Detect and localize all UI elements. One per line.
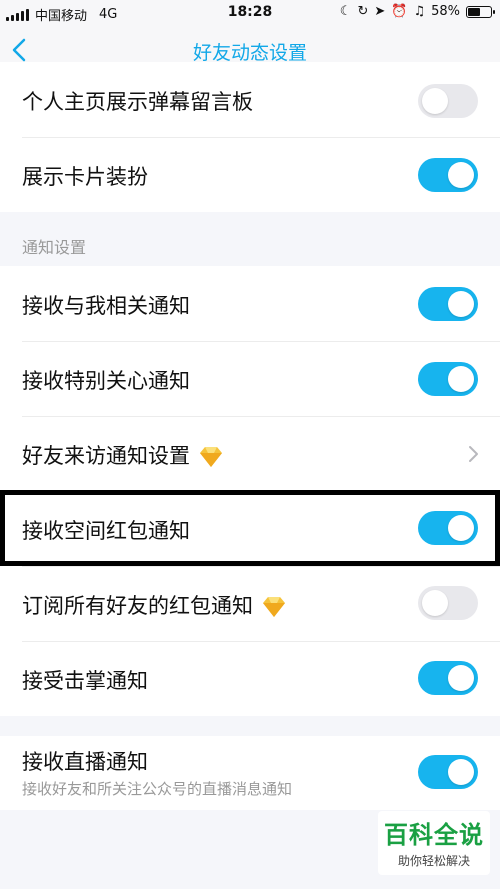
location-icon: ➤ — [374, 4, 386, 19]
toggle-knob — [448, 759, 474, 785]
toggle-knob — [448, 515, 474, 541]
toggle-switch[interactable] — [418, 661, 478, 695]
toggle-switch[interactable] — [418, 287, 478, 321]
watermark-logo: 百科全说 助你轻松解决 — [378, 811, 490, 875]
settings-group-display: 个人主页展示弹幕留言板 展示卡片装扮 — [0, 62, 500, 212]
setting-label: 接受击掌通知 — [22, 669, 148, 693]
toggle-knob — [448, 162, 474, 188]
setting-label: 接收与我相关通知 — [22, 294, 190, 318]
setting-label: 接收特别关心通知 — [22, 369, 190, 393]
toggle-switch[interactable] — [418, 362, 478, 396]
battery-percent: 58% — [431, 4, 460, 19]
setting-row-live-notify[interactable]: 接收直播通知 接收好友和所关注公众号的直播消息通知 — [0, 736, 500, 810]
watermark-subtitle: 助你轻松解决 — [397, 854, 470, 868]
moon-icon: ☾ — [339, 4, 352, 19]
status-bar: 中国移动 4G 18:28 ☾ ↻ ➤ ⏰ ♫ 58% — [0, 0, 500, 26]
toggle-switch[interactable] — [418, 84, 478, 118]
setting-label: 订阅所有好友的红包通知 — [22, 594, 253, 618]
alarm-icon: ⏰ — [391, 4, 408, 19]
toggle-knob — [422, 590, 448, 616]
setting-label-with-badge: 好友来访通知设置 — [22, 440, 226, 470]
diamond-icon — [263, 597, 285, 617]
toggle-knob — [448, 665, 474, 691]
toggle-knob — [422, 88, 448, 114]
setting-subtitle: 接收好友和所关注公众号的直播消息通知 — [22, 780, 293, 798]
battery-fill — [468, 7, 480, 16]
setting-label: 展示卡片装扮 — [22, 165, 148, 189]
setting-label: 个人主页展示弹幕留言板 — [22, 90, 253, 114]
setting-row-qzone-redpacket-notify[interactable]: 接收空间红包通知 — [0, 491, 500, 566]
toggle-switch[interactable] — [418, 755, 478, 789]
chevron-right-icon[interactable] — [466, 444, 480, 464]
toggle-switch[interactable] — [418, 511, 478, 545]
toggle-knob — [448, 366, 474, 392]
setting-label: 好友来访通知设置 — [22, 444, 190, 468]
diamond-icon — [200, 447, 222, 467]
setting-label: 接收直播通知 — [22, 750, 148, 774]
watermark-title: 百科全说 — [384, 821, 484, 849]
lock-rotation-icon: ↻ — [357, 4, 369, 19]
setting-row-visitor-notify[interactable]: 好友来访通知设置 — [0, 416, 500, 491]
setting-label: 接收空间红包通知 — [22, 519, 190, 543]
settings-group-live: 接收直播通知 接收好友和所关注公众号的直播消息通知 — [0, 736, 500, 810]
status-right: ☾ ↻ ➤ ⏰ ♫ 58% — [339, 4, 495, 19]
toggle-switch[interactable] — [418, 158, 478, 192]
setting-label-with-badge: 订阅所有好友的红包通知 — [22, 590, 289, 620]
setting-row-high-five-notify[interactable]: 接受击掌通知 — [0, 641, 500, 716]
setting-row-danmaku-board[interactable]: 个人主页展示弹幕留言板 — [0, 62, 500, 137]
toggle-switch[interactable] — [418, 586, 478, 620]
setting-row-related-notify[interactable]: 接收与我相关通知 — [0, 266, 500, 341]
settings-group-notify: 接收与我相关通知 接收特别关心通知 好友来访通知设置 接收空间红包通知 订阅所有… — [0, 266, 500, 716]
headphones-icon: ♫ — [413, 4, 426, 19]
page-title: 好友动态设置 — [192, 42, 307, 64]
setting-row-card-decoration[interactable]: 展示卡片装扮 — [0, 137, 500, 212]
battery-icon — [466, 5, 495, 18]
toggle-knob — [448, 291, 474, 317]
setting-row-special-care-notify[interactable]: 接收特别关心通知 — [0, 341, 500, 416]
setting-row-subscribe-redpacket[interactable]: 订阅所有好友的红包通知 — [0, 566, 500, 641]
section-header-notify: 通知设置 — [22, 238, 87, 257]
